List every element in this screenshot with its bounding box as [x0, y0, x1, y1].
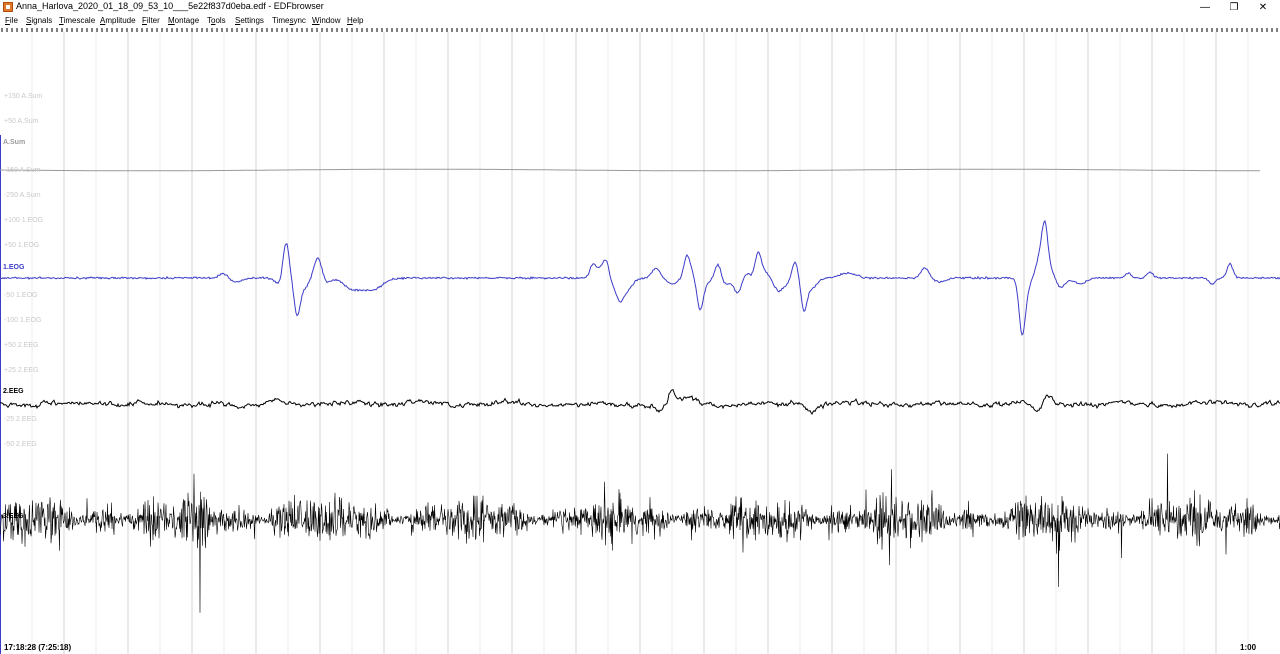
signal-canvas[interactable] [0, 32, 1280, 654]
menu-tools[interactable]: Tools [207, 16, 226, 25]
scale-label: +100 1.EOG [4, 217, 44, 224]
menu-montage[interactable]: Montage [168, 16, 199, 25]
minimize-button[interactable]: — [1190, 0, 1220, 15]
edfbrowser-icon [3, 2, 13, 12]
window-title: Anna_Harlova_2020_01_18_09_53_10___5e22f… [16, 1, 324, 11]
scale-label: +50 1.EOG [4, 242, 40, 249]
scale-label: -50 1.EOG [4, 292, 38, 299]
signal-label-eeg2[interactable]: 2.EEG [3, 388, 24, 395]
menu-settings[interactable]: Settings [235, 16, 264, 25]
signal-label-eog[interactable]: 1.EOG [3, 264, 24, 271]
menu-signals[interactable]: Signals [26, 16, 52, 25]
scale-label: -100 1.EOG [4, 317, 42, 324]
scale-label: +50 2.EEG [4, 342, 39, 349]
grid-lines [0, 32, 1249, 654]
menu-bar: File Signals Timescale Amplitude Filter … [0, 15, 1280, 28]
scale-label: -50 2.EEG [4, 441, 37, 448]
menu-file[interactable]: File [5, 16, 18, 25]
scale-label: -25 2.EEG [4, 416, 37, 423]
menu-timesync[interactable]: Timesync [272, 16, 306, 25]
close-button[interactable]: ✕ [1248, 0, 1278, 15]
restore-button[interactable]: ❐ [1219, 0, 1249, 15]
menu-filter[interactable]: Filter [142, 16, 160, 25]
scale-label: -250 A.Sum [4, 192, 41, 199]
signal-label-asum[interactable]: A.Sum [3, 139, 25, 146]
trace-asum [0, 168, 1260, 172]
title-bar: Anna_Harlova_2020_01_18_09_53_10___5e22f… [0, 0, 1280, 15]
scale-label: +50 A.Sum [4, 118, 39, 125]
menu-amplitude[interactable]: Amplitude [100, 16, 136, 25]
scale-label: +25 2.EEG [4, 367, 39, 374]
page-duration: 1:00 [1240, 643, 1257, 652]
menu-window[interactable]: Window [312, 16, 340, 25]
scale-label: +150 A.Sum [4, 93, 43, 100]
menu-help[interactable]: Help [347, 16, 363, 25]
scale-label: -150 A.Sum [4, 167, 41, 174]
menu-timescale[interactable]: Timescale [59, 16, 95, 25]
signal-label-eeg3[interactable]: 3.EEG [3, 513, 24, 520]
time-position: 17:18:28 (7:25:18) [4, 643, 72, 652]
